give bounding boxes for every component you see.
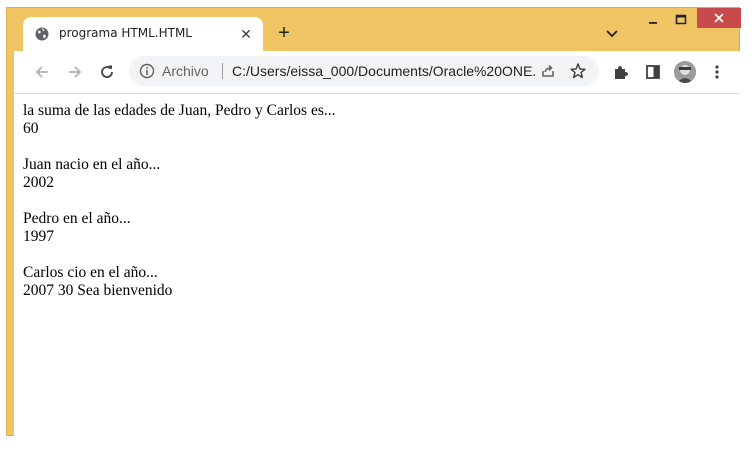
arrow-right-icon bbox=[69, 66, 82, 78]
pedro-text: Pedro en el año... bbox=[23, 210, 131, 227]
forward-button[interactable] bbox=[65, 62, 85, 82]
browser-toolbar: Archivo C:/Users/eissa_000/Documents/Ora… bbox=[14, 51, 740, 94]
back-button[interactable] bbox=[32, 62, 52, 82]
profile-avatar[interactable] bbox=[674, 61, 696, 83]
arrow-left-icon bbox=[35, 66, 48, 78]
url-text[interactable]: C:/Users/eissa_000/Documents/Oracle%20ON… bbox=[232, 63, 537, 79]
page-viewport: la suma de las edades de Juan, Pedro y C… bbox=[14, 94, 740, 436]
share-icon[interactable] bbox=[539, 62, 557, 80]
info-icon[interactable] bbox=[139, 63, 155, 79]
carlos-text: Carlos cio en el año... bbox=[23, 264, 158, 281]
avatar-image bbox=[674, 61, 696, 83]
menu-button[interactable] bbox=[707, 62, 727, 82]
omnibox-divider bbox=[222, 63, 223, 79]
reload-icon bbox=[101, 65, 113, 78]
carlos-year-greeting: 2007 30 Sea bienvenido bbox=[23, 282, 173, 299]
globe-icon bbox=[35, 27, 49, 41]
extensions-button[interactable] bbox=[611, 62, 631, 82]
side-panel-icon bbox=[646, 65, 660, 79]
juan-year: 2002 bbox=[23, 174, 54, 191]
file-scheme-label: Archivo bbox=[162, 63, 209, 79]
puzzle-icon bbox=[615, 66, 628, 79]
minimize-icon[interactable] bbox=[643, 12, 663, 28]
line-break bbox=[23, 192, 336, 210]
line-break bbox=[23, 246, 336, 264]
maximize-icon[interactable] bbox=[671, 12, 691, 28]
tab-search-chevron-icon[interactable] bbox=[603, 25, 621, 43]
tab-close-icon[interactable]: ✕ bbox=[237, 25, 255, 43]
new-tab-button[interactable]: + bbox=[274, 23, 294, 43]
tab-programa-html[interactable]: programa HTML.HTML ✕ bbox=[23, 17, 263, 51]
reload-button[interactable] bbox=[97, 62, 117, 82]
address-bar[interactable]: Archivo C:/Users/eissa_000/Documents/Ora… bbox=[129, 56, 599, 86]
window-close-button[interactable] bbox=[697, 8, 741, 28]
sum-text: la suma de las edades de Juan, Pedro y C… bbox=[23, 102, 336, 119]
line-break bbox=[23, 138, 336, 156]
juan-text: Juan nacio en el año... bbox=[23, 156, 161, 173]
pedro-year: 1997 bbox=[23, 228, 54, 245]
browser-window: programa HTML.HTML ✕ + Archivo C:/Users/… bbox=[6, 7, 741, 436]
side-panel-button[interactable] bbox=[643, 62, 663, 82]
more-vert-icon bbox=[715, 65, 719, 79]
bookmark-star-icon[interactable] bbox=[569, 62, 587, 80]
page-body: la suma de las edades de Juan, Pedro y C… bbox=[23, 102, 336, 300]
close-icon bbox=[714, 13, 724, 23]
tab-title: programa HTML.HTML bbox=[59, 26, 192, 40]
sum-value: 60 bbox=[23, 120, 39, 137]
